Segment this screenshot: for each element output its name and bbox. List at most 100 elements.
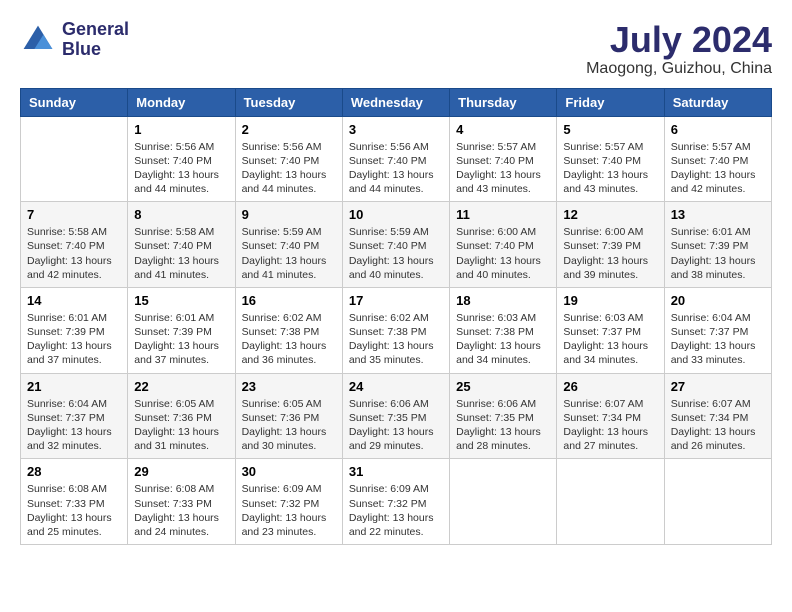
day-info: Sunrise: 5:56 AM Sunset: 7:40 PM Dayligh… (349, 140, 443, 197)
month-year: July 2024 (586, 20, 772, 60)
calendar-cell: 13 Sunrise: 6:01 AM Sunset: 7:39 PM Dayli… (664, 202, 771, 288)
day-of-week-header: Saturday (664, 88, 771, 116)
day-number: 11 (456, 207, 550, 222)
title-area: July 2024 Maogong, Guizhou, China (586, 20, 772, 78)
day-number: 27 (671, 379, 765, 394)
day-info: Sunrise: 5:59 AM Sunset: 7:40 PM Dayligh… (242, 225, 336, 282)
day-number: 16 (242, 293, 336, 308)
day-number: 24 (349, 379, 443, 394)
day-number: 21 (27, 379, 121, 394)
calendar-week-row: 21 Sunrise: 6:04 AM Sunset: 7:37 PM Dayli… (21, 373, 772, 459)
day-info: Sunrise: 5:57 AM Sunset: 7:40 PM Dayligh… (563, 140, 657, 197)
calendar-cell: 31Sunrise: 6:09 AM Sunset: 7:32 PM Dayli… (342, 459, 449, 545)
calendar-cell: 16 Sunrise: 6:02 AM Sunset: 7:38 PM Dayli… (235, 287, 342, 373)
calendar-cell (450, 459, 557, 545)
day-info: Sunrise: 6:03 AM Sunset: 7:37 PM Dayligh… (563, 311, 657, 368)
calendar-cell: 20 Sunrise: 6:04 AM Sunset: 7:37 PM Dayli… (664, 287, 771, 373)
day-info: Sunrise: 5:56 AM Sunset: 7:40 PM Dayligh… (134, 140, 228, 197)
calendar-cell (21, 116, 128, 202)
calendar-cell: 5 Sunrise: 5:57 AM Sunset: 7:40 PM Daylig… (557, 116, 664, 202)
calendar-cell: 19Sunrise: 6:03 AM Sunset: 7:37 PM Dayli… (557, 287, 664, 373)
day-info: Sunrise: 6:08 AM Sunset: 7:33 PM Dayligh… (134, 482, 228, 539)
calendar-cell: 15Sunrise: 6:01 AM Sunset: 7:39 PM Dayli… (128, 287, 235, 373)
calendar-cell: 24 Sunrise: 6:06 AM Sunset: 7:35 PM Dayli… (342, 373, 449, 459)
day-number: 22 (134, 379, 228, 394)
day-number: 7 (27, 207, 121, 222)
calendar-cell (557, 459, 664, 545)
day-info: Sunrise: 5:58 AM Sunset: 7:40 PM Dayligh… (134, 225, 228, 282)
day-of-week-header: Wednesday (342, 88, 449, 116)
day-info: Sunrise: 6:04 AM Sunset: 7:37 PM Dayligh… (27, 397, 121, 454)
day-of-week-header: Sunday (21, 88, 128, 116)
calendar-cell: 2Sunrise: 5:56 AM Sunset: 7:40 PM Daylig… (235, 116, 342, 202)
calendar-cell: 28Sunrise: 6:08 AM Sunset: 7:33 PM Dayli… (21, 459, 128, 545)
day-info: Sunrise: 6:02 AM Sunset: 7:38 PM Dayligh… (242, 311, 336, 368)
calendar-cell: 27 Sunrise: 6:07 AM Sunset: 7:34 PM Dayli… (664, 373, 771, 459)
day-number: 5 (563, 122, 657, 137)
day-number: 1 (134, 122, 228, 137)
day-info: Sunrise: 6:06 AM Sunset: 7:35 PM Dayligh… (349, 397, 443, 454)
day-number: 29 (134, 464, 228, 479)
day-number: 26 (563, 379, 657, 394)
day-info: Sunrise: 6:09 AM Sunset: 7:32 PM Dayligh… (349, 482, 443, 539)
calendar-cell: 3 Sunrise: 5:56 AM Sunset: 7:40 PM Daylig… (342, 116, 449, 202)
location: Maogong, Guizhou, China (586, 60, 772, 78)
day-number: 12 (563, 207, 657, 222)
calendar-cell: 11Sunrise: 6:00 AM Sunset: 7:40 PM Dayli… (450, 202, 557, 288)
calendar-cell: 29 Sunrise: 6:08 AM Sunset: 7:33 PM Dayli… (128, 459, 235, 545)
day-info: Sunrise: 5:57 AM Sunset: 7:40 PM Dayligh… (671, 140, 765, 197)
day-number: 30 (242, 464, 336, 479)
day-number: 23 (242, 379, 336, 394)
day-number: 18 (456, 293, 550, 308)
calendar-cell: 18 Sunrise: 6:03 AM Sunset: 7:38 PM Dayli… (450, 287, 557, 373)
page-header: General Blue July 2024 Maogong, Guizhou,… (20, 20, 772, 78)
day-number: 20 (671, 293, 765, 308)
calendar-week-row: 7 Sunrise: 5:58 AM Sunset: 7:40 PM Daylig… (21, 202, 772, 288)
day-info: Sunrise: 6:00 AM Sunset: 7:39 PM Dayligh… (563, 225, 657, 282)
day-info: Sunrise: 6:09 AM Sunset: 7:32 PM Dayligh… (242, 482, 336, 539)
day-info: Sunrise: 5:57 AM Sunset: 7:40 PM Dayligh… (456, 140, 550, 197)
day-info: Sunrise: 6:04 AM Sunset: 7:37 PM Dayligh… (671, 311, 765, 368)
day-number: 25 (456, 379, 550, 394)
logo-icon (20, 22, 56, 58)
calendar-header-row: SundayMondayTuesdayWednesdayThursdayFrid… (21, 88, 772, 116)
logo-text: General Blue (62, 20, 129, 60)
calendar-cell: 22 Sunrise: 6:05 AM Sunset: 7:36 PM Dayli… (128, 373, 235, 459)
day-info: Sunrise: 6:02 AM Sunset: 7:38 PM Dayligh… (349, 311, 443, 368)
day-number: 4 (456, 122, 550, 137)
day-of-week-header: Thursday (450, 88, 557, 116)
day-number: 17 (349, 293, 443, 308)
day-number: 14 (27, 293, 121, 308)
calendar-week-row: 14 Sunrise: 6:01 AM Sunset: 7:39 PM Dayli… (21, 287, 772, 373)
day-number: 3 (349, 122, 443, 137)
day-info: Sunrise: 6:01 AM Sunset: 7:39 PM Dayligh… (134, 311, 228, 368)
day-of-week-header: Tuesday (235, 88, 342, 116)
day-info: Sunrise: 6:05 AM Sunset: 7:36 PM Dayligh… (134, 397, 228, 454)
day-info: Sunrise: 6:03 AM Sunset: 7:38 PM Dayligh… (456, 311, 550, 368)
day-info: Sunrise: 6:06 AM Sunset: 7:35 PM Dayligh… (456, 397, 550, 454)
day-number: 2 (242, 122, 336, 137)
day-info: Sunrise: 6:01 AM Sunset: 7:39 PM Dayligh… (671, 225, 765, 282)
day-info: Sunrise: 6:01 AM Sunset: 7:39 PM Dayligh… (27, 311, 121, 368)
calendar-cell: 1 Sunrise: 5:56 AM Sunset: 7:40 PM Daylig… (128, 116, 235, 202)
day-number: 6 (671, 122, 765, 137)
day-info: Sunrise: 5:59 AM Sunset: 7:40 PM Dayligh… (349, 225, 443, 282)
calendar-cell: 17 Sunrise: 6:02 AM Sunset: 7:38 PM Dayli… (342, 287, 449, 373)
calendar-cell: 8Sunrise: 5:58 AM Sunset: 7:40 PM Daylig… (128, 202, 235, 288)
logo: General Blue (20, 20, 129, 60)
day-number: 13 (671, 207, 765, 222)
calendar-week-row: 1 Sunrise: 5:56 AM Sunset: 7:40 PM Daylig… (21, 116, 772, 202)
day-number: 10 (349, 207, 443, 222)
calendar-cell (664, 459, 771, 545)
day-info: Sunrise: 6:07 AM Sunset: 7:34 PM Dayligh… (563, 397, 657, 454)
day-info: Sunrise: 6:07 AM Sunset: 7:34 PM Dayligh… (671, 397, 765, 454)
calendar-week-row: 28Sunrise: 6:08 AM Sunset: 7:33 PM Dayli… (21, 459, 772, 545)
calendar-cell: 10 Sunrise: 5:59 AM Sunset: 7:40 PM Dayli… (342, 202, 449, 288)
day-info: Sunrise: 5:58 AM Sunset: 7:40 PM Dayligh… (27, 225, 121, 282)
day-of-week-header: Friday (557, 88, 664, 116)
calendar-cell: 25 Sunrise: 6:06 AM Sunset: 7:35 PM Dayli… (450, 373, 557, 459)
calendar-table: SundayMondayTuesdayWednesdayThursdayFrid… (20, 88, 772, 545)
calendar-cell: 30 Sunrise: 6:09 AM Sunset: 7:32 PM Dayli… (235, 459, 342, 545)
calendar-cell: 7 Sunrise: 5:58 AM Sunset: 7:40 PM Daylig… (21, 202, 128, 288)
day-info: Sunrise: 6:08 AM Sunset: 7:33 PM Dayligh… (27, 482, 121, 539)
